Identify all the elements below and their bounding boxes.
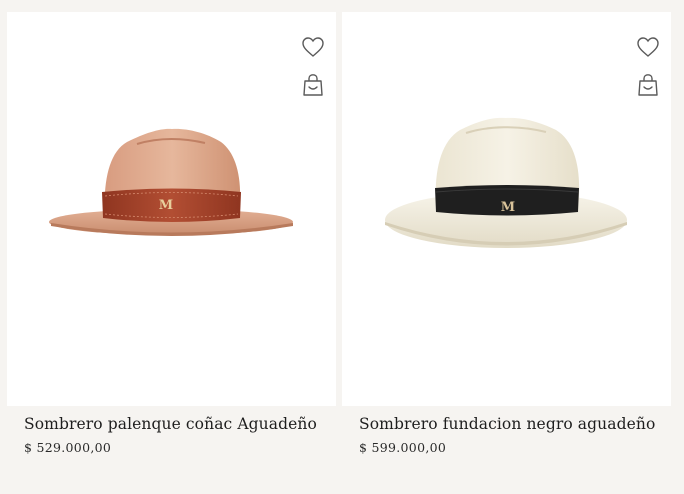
brand-logo: M xyxy=(159,198,173,213)
product-card[interactable]: M Sombrero palenque coñac Aguadeño $ 529… xyxy=(7,12,336,456)
product-actions xyxy=(300,34,326,98)
product-card[interactable]: M Sombrero fundacion negro aguadeño $ 59… xyxy=(342,12,671,456)
heart-outline-icon[interactable] xyxy=(300,34,326,60)
shopping-bag-icon[interactable] xyxy=(300,72,326,98)
brand-logo: M xyxy=(501,200,515,215)
product-price: $ 529.000,00 xyxy=(24,440,112,455)
product-image[interactable]: M xyxy=(342,12,671,406)
shopping-bag-icon[interactable] xyxy=(635,72,661,98)
product-price: $ 599.000,00 xyxy=(359,440,447,455)
product-actions xyxy=(635,34,661,98)
heart-outline-icon[interactable] xyxy=(635,34,661,60)
product-image[interactable]: M xyxy=(7,12,336,406)
product-info: Sombrero palenque coñac Aguadeño $ 529.0… xyxy=(7,406,336,456)
hat-image-palenque-cognac: M xyxy=(49,128,293,236)
product-name[interactable]: Sombrero palenque coñac Aguadeño xyxy=(24,414,336,434)
product-name[interactable]: Sombrero fundacion negro aguadeño xyxy=(359,414,671,434)
product-info: Sombrero fundacion negro aguadeño $ 599.… xyxy=(342,406,671,456)
hat-image-fundacion-black: M xyxy=(385,117,627,248)
product-grid: M Sombrero palenque coñac Aguadeño $ 529… xyxy=(0,0,684,494)
